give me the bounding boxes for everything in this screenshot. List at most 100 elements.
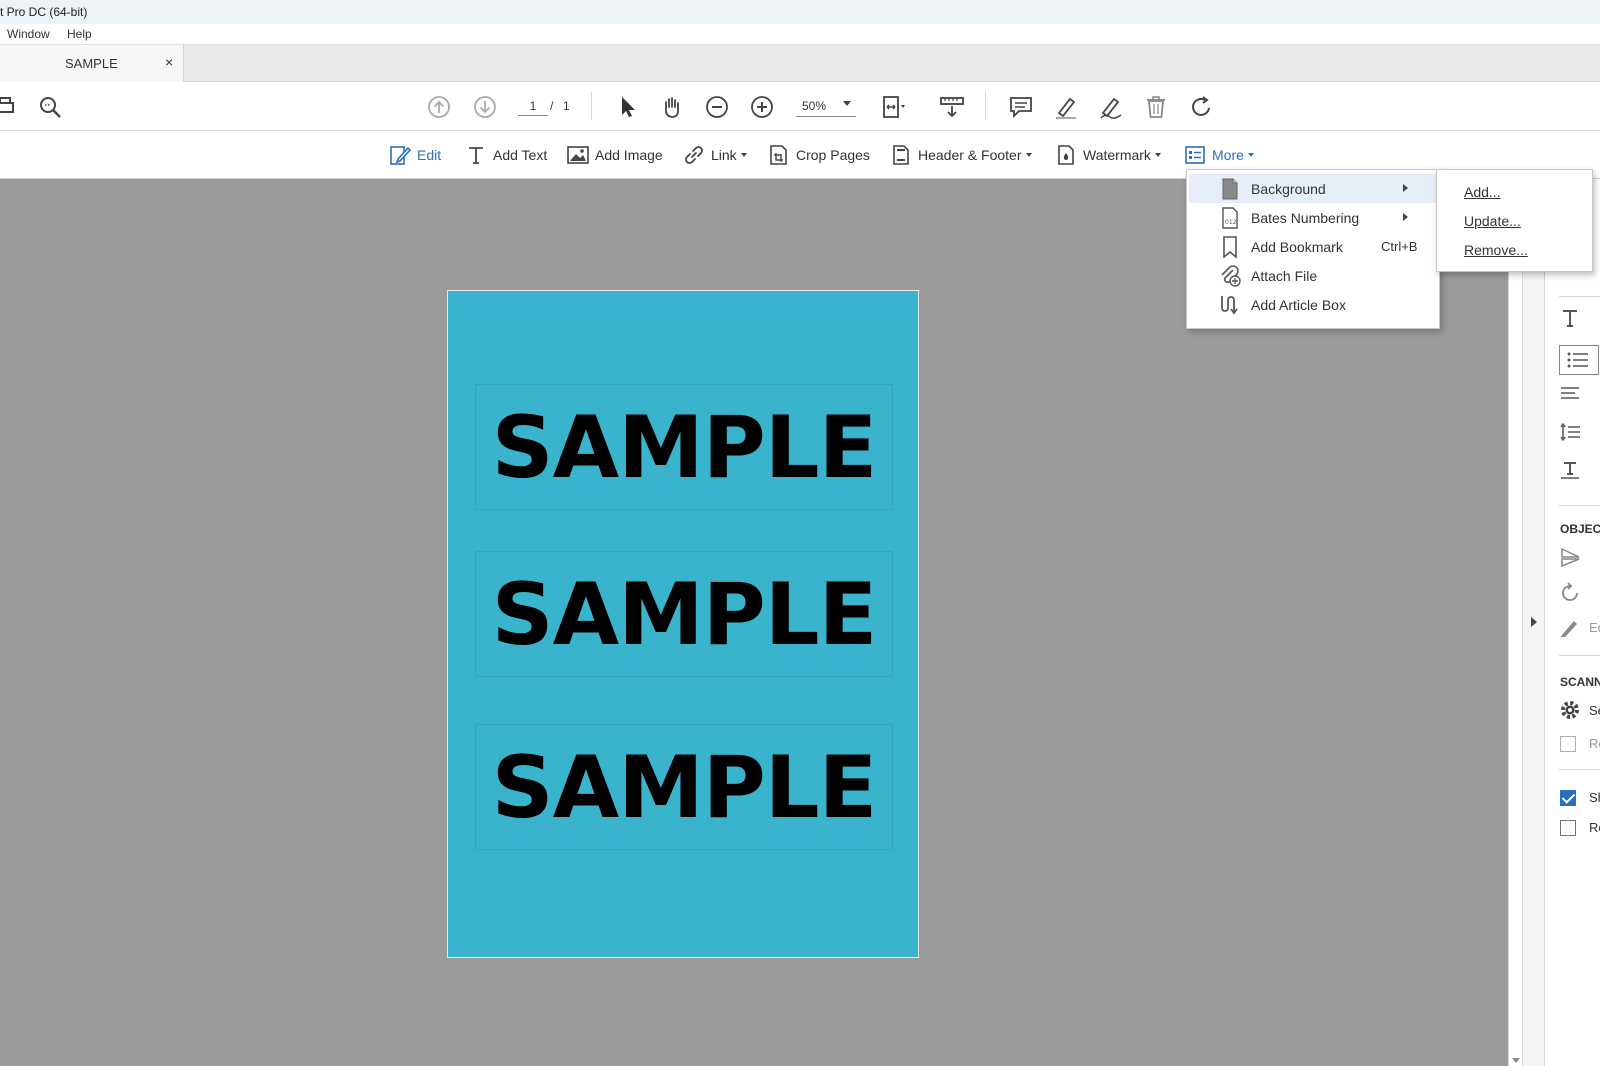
show-bounding-boxes-checkbox[interactable] <box>1560 790 1576 806</box>
more-label: More <box>1212 147 1244 163</box>
page-total: 1 <box>563 99 570 113</box>
gear-icon[interactable] <box>1559 699 1581 724</box>
menu-item-label: Background <box>1251 180 1326 197</box>
window-title: t Pro DC (64-bit) <box>0 5 88 19</box>
bullet-list-icon[interactable] <box>1559 345 1599 375</box>
header-footer-button[interactable]: Header & Footer <box>890 143 1032 167</box>
panel-divider <box>1559 505 1600 506</box>
select-cursor-icon[interactable] <box>613 93 641 121</box>
scroll-down-icon[interactable] <box>1512 1058 1520 1063</box>
link-dropdown-icon <box>740 153 747 157</box>
next-page-icon[interactable] <box>471 93 499 121</box>
show-label: Sh <box>1589 790 1600 805</box>
font-t-icon[interactable] <box>1559 307 1581 332</box>
right-format-panel: OBJECT Ed SCANN Se Re Sh Re <box>1544 179 1600 1066</box>
link-button[interactable]: Link <box>683 143 747 167</box>
menu-item-add-article-box[interactable]: Add Article Box <box>1189 290 1437 319</box>
add-text-button[interactable]: Add Text <box>465 143 547 167</box>
pdf-page[interactable]: SAMPLE SAMPLE SAMPLE <box>447 290 919 958</box>
recognize-text-checkbox[interactable] <box>1560 736 1576 752</box>
panel-collapse-strip[interactable] <box>1522 179 1544 1066</box>
menu-window[interactable]: Window <box>7 24 50 45</box>
page-icon <box>1217 176 1243 202</box>
svg-text:012: 012 <box>1225 219 1237 226</box>
crop-pages-button[interactable]: Crop Pages <box>768 143 870 167</box>
zoom-level-field[interactable]: 50% <box>796 95 856 117</box>
restrict-label: Re <box>1589 820 1600 835</box>
rotate-icon[interactable] <box>1187 93 1215 121</box>
edit-object-label[interactable]: Ed <box>1589 620 1600 635</box>
menu-item-background[interactable]: Background <box>1189 174 1437 203</box>
scroll-mode-icon[interactable] <box>938 93 966 121</box>
tab-bar: SAMPLE × <box>0 45 1600 82</box>
zoom-in-icon[interactable] <box>748 93 776 121</box>
page-fit-icon[interactable] <box>880 93 908 121</box>
more-dropdown-menu: Background 012 Bates Numbering Add Bookm… <box>1186 169 1440 329</box>
add-text-label: Add Text <box>493 147 548 163</box>
sign-icon[interactable] <box>1097 93 1125 121</box>
watermark-icon <box>1058 145 1074 165</box>
title-bar: t Pro DC (64-bit) <box>0 0 1600 24</box>
more-list-icon <box>1185 146 1205 164</box>
tab-sample[interactable]: SAMPLE × <box>0 45 184 82</box>
page-number-input[interactable]: 1 <box>518 96 548 116</box>
menu-item-label: Add Bookmark <box>1251 238 1343 255</box>
delete-icon[interactable] <box>1142 93 1170 121</box>
article-box-icon <box>1217 292 1243 318</box>
menu-bar: Window Help <box>0 24 1600 45</box>
zoom-out-icon[interactable] <box>703 93 731 121</box>
close-tab-icon[interactable]: × <box>165 54 173 70</box>
rotate-object-icon[interactable] <box>1559 582 1581 607</box>
hand-icon[interactable] <box>658 93 686 121</box>
bates-icon: 012 <box>1217 205 1243 231</box>
panel-divider <box>1559 655 1600 656</box>
add-image-button[interactable]: Add Image <box>567 143 663 167</box>
crop-icon <box>770 145 787 165</box>
objects-heading: OBJECT <box>1560 522 1600 536</box>
sample-text-block[interactable]: SAMPLE <box>475 384 893 510</box>
expand-panel-icon[interactable] <box>1531 617 1537 627</box>
sample-text-block[interactable]: SAMPLE <box>475 724 893 850</box>
submenu-item-update[interactable]: Update... <box>1464 213 1521 229</box>
edit-button[interactable]: Edit <box>389 143 441 167</box>
watermark-label: Watermark <box>1083 147 1151 163</box>
submenu-arrow-icon <box>1403 184 1408 192</box>
more-button[interactable]: More <box>1184 143 1254 167</box>
menu-item-attach-file[interactable]: Attach File <box>1189 261 1437 290</box>
line-spacing-icon[interactable] <box>1559 421 1581 446</box>
submenu-item-remove[interactable]: Remove... <box>1464 242 1528 258</box>
zoom-search-icon[interactable] <box>36 93 64 121</box>
header-footer-dropdown-icon <box>1025 153 1032 157</box>
restrict-editing-checkbox[interactable] <box>1560 820 1576 836</box>
highlight-icon[interactable] <box>1052 93 1080 121</box>
crop-pages-label: Crop Pages <box>796 147 870 163</box>
menu-item-add-bookmark[interactable]: Add Bookmark Ctrl+B <box>1189 232 1437 261</box>
more-dropdown-icon <box>1247 153 1254 157</box>
print-icon[interactable] <box>0 93 22 121</box>
background-submenu: Add... Update... Remove... <box>1436 169 1593 272</box>
submenu-arrow-icon <box>1403 213 1408 221</box>
menu-item-label: Add Article Box <box>1251 296 1346 313</box>
zoom-dropdown-icon[interactable] <box>843 101 851 106</box>
align-left-icon[interactable] <box>1559 383 1581 408</box>
scanned-heading: SCANN <box>1560 675 1600 689</box>
flip-triangle-icon[interactable] <box>1559 546 1581 571</box>
watermark-button[interactable]: Watermark <box>1055 143 1161 167</box>
recognize-label: Re <box>1589 736 1600 751</box>
char-spacing-icon[interactable] <box>1559 459 1581 484</box>
menu-item-bates-numbering[interactable]: 012 Bates Numbering <box>1189 203 1437 232</box>
vertical-scrollbar[interactable] <box>1508 179 1522 1066</box>
comment-icon[interactable] <box>1007 93 1035 121</box>
menu-item-label: Bates Numbering <box>1251 209 1360 226</box>
submenu-item-add[interactable]: Add... <box>1464 184 1501 200</box>
edit-label: Edit <box>417 147 442 163</box>
page-separator: / <box>550 99 554 113</box>
link-icon <box>685 146 703 164</box>
toolbar-divider <box>985 92 986 120</box>
menu-help[interactable]: Help <box>67 24 92 45</box>
shortcut-label: Ctrl+B <box>1381 239 1418 254</box>
settings-label[interactable]: Se <box>1589 703 1600 718</box>
prev-page-icon[interactable] <box>425 93 453 121</box>
sample-text-block[interactable]: SAMPLE <box>475 551 893 677</box>
edit-object-icon[interactable] <box>1559 616 1581 641</box>
